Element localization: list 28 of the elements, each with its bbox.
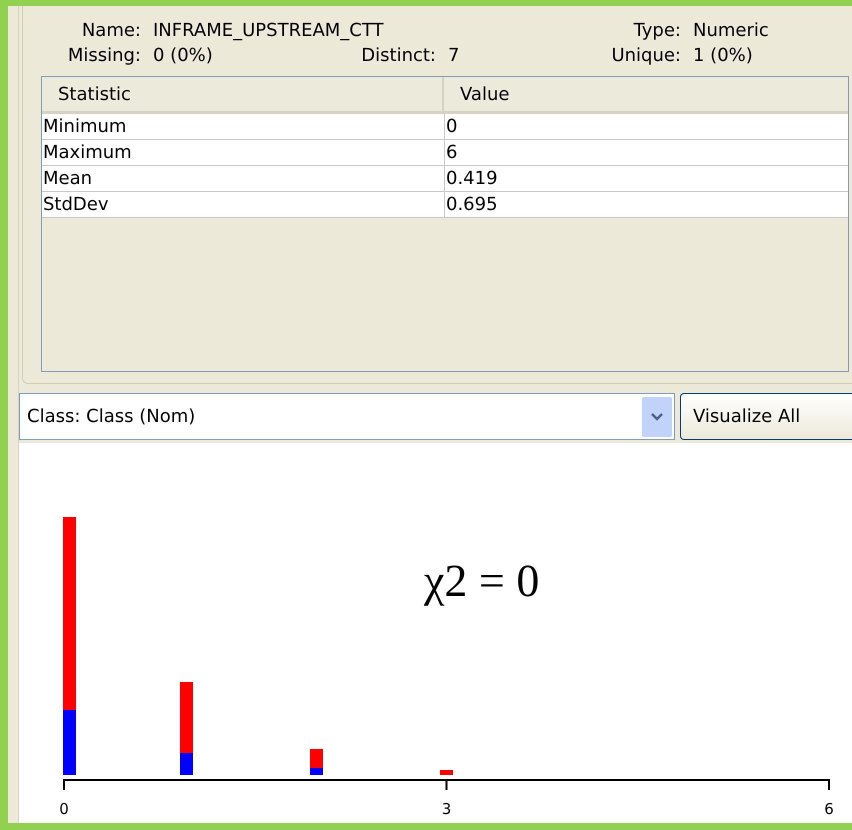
class-dropdown[interactable]: Class: Class (Nom) — [19, 393, 675, 440]
distinct-value: 7 — [448, 45, 460, 66]
table-cell-text: 0.419 — [445, 167, 498, 191]
tick-label: 3 — [442, 800, 452, 818]
field-label: Type: — [632, 20, 681, 41]
visualize-all-button[interactable]: Visualize All — [680, 393, 852, 440]
attribute-name: INFRAME_UPSTREAM_CTT — [153, 20, 385, 41]
histogram-bar — [440, 770, 453, 775]
field-label: Distinct: — [360, 45, 436, 66]
column-header[interactable]: Statistic — [42, 77, 444, 111]
field-label: Missing: — [66, 45, 141, 66]
table-cell-text: 0.695 — [445, 193, 498, 217]
table-cell: Mean — [42, 166, 445, 191]
field-label: Name: — [80, 20, 141, 41]
table-cell-text: 0 — [445, 115, 458, 139]
column-header[interactable]: Value — [444, 77, 510, 111]
table-cell: StdDev — [42, 192, 445, 217]
table-cell: Minimum — [42, 114, 445, 139]
missing-value: 0 (0%) — [153, 45, 214, 66]
attribute-type: Numeric — [693, 20, 770, 41]
tick-label: 6 — [824, 800, 834, 818]
table-cell: Maximum — [42, 140, 445, 165]
tick-label: 0 — [59, 800, 69, 818]
unique-value: 1 (0%) — [693, 45, 754, 66]
chi-square-label: χ2 = 0 — [424, 555, 540, 606]
table-cell-text: 6 — [445, 141, 458, 165]
histogram-bar — [310, 749, 323, 775]
field-label: Unique: — [610, 45, 681, 66]
